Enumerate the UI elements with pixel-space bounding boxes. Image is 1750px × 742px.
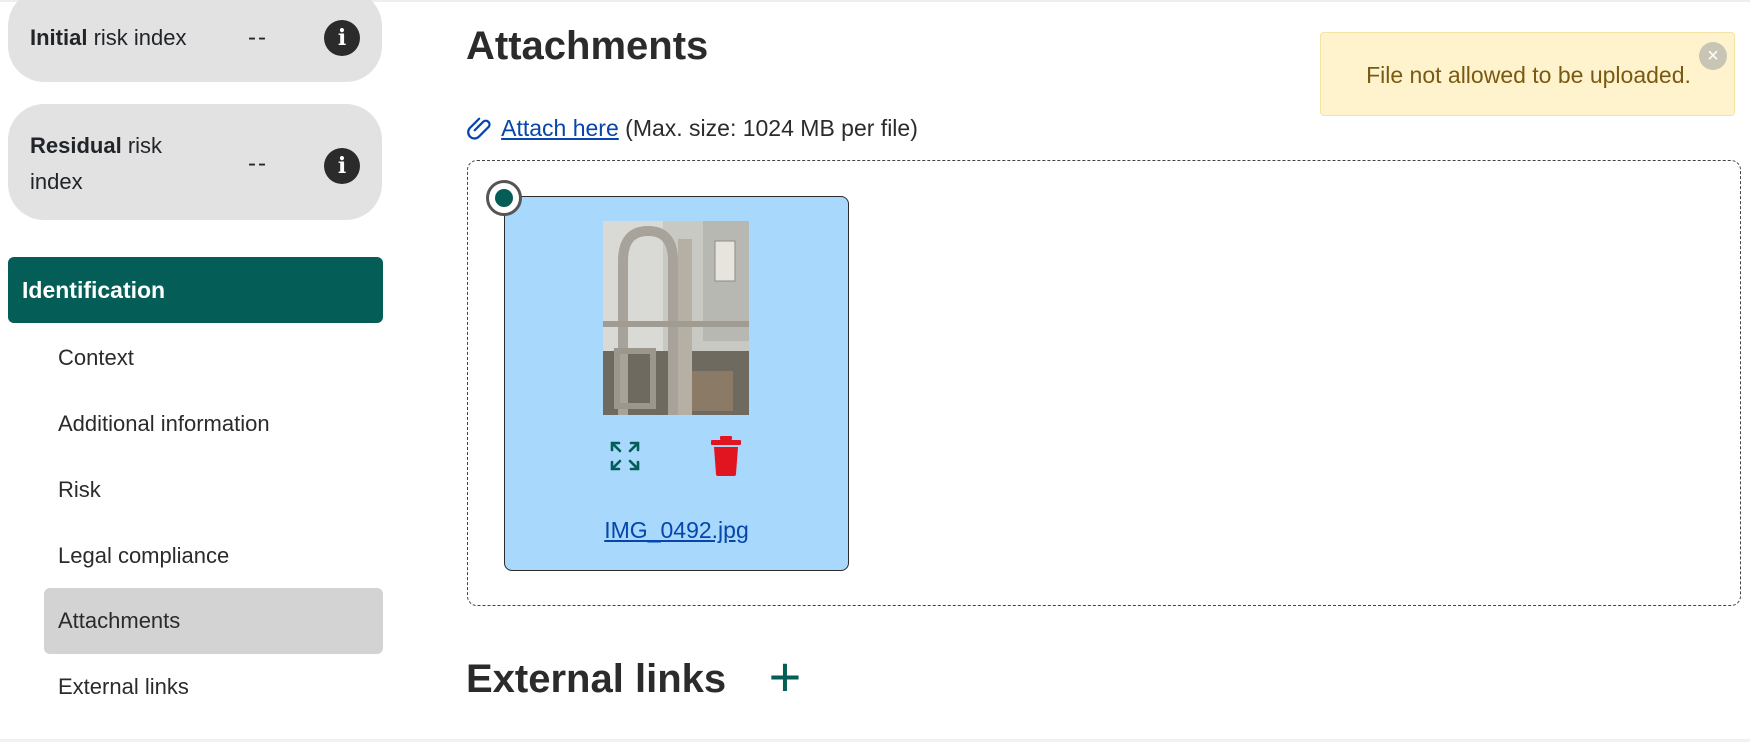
close-icon[interactable]: × [1699, 42, 1727, 70]
attach-row: Attach here (Max. size: 1024 MB per file… [466, 110, 918, 146]
sidebar-item-attachments[interactable]: Attachments [44, 588, 383, 654]
residual-risk-value: -- [248, 150, 268, 177]
paperclip-icon[interactable] [466, 114, 496, 144]
nav-section-identification[interactable]: Identification [8, 257, 383, 323]
attachment-thumbnail[interactable] [603, 221, 749, 415]
toast-message: File not allowed to be uploaded. [1366, 62, 1691, 88]
residual-risk-label: Residual risk index [30, 133, 163, 194]
sidebar-item-risk[interactable]: Risk [44, 457, 383, 523]
max-size-note: (Max. size: 1024 MB per file) [618, 115, 918, 141]
sidebar-item-legal-compliance[interactable]: Legal compliance [44, 523, 383, 589]
error-toast: File not allowed to be uploaded. × [1320, 32, 1735, 116]
external-links-title: External links [466, 657, 727, 701]
attach-here-link[interactable]: Attach here [501, 115, 619, 141]
attachments-title: Attachments [466, 24, 709, 68]
delete-icon[interactable] [710, 436, 742, 476]
initial-risk-value: -- [248, 24, 268, 51]
sidebar-item-external-links[interactable]: External links [44, 654, 383, 720]
initial-risk-label: Initial risk index [30, 25, 187, 50]
expand-icon[interactable] [608, 439, 642, 473]
select-radio[interactable] [486, 180, 522, 216]
info-icon[interactable]: i [324, 20, 360, 56]
sidebar-item-additional-information[interactable]: Additional information [44, 391, 383, 457]
info-icon[interactable]: i [324, 148, 360, 184]
residual-risk-card: Residual risk index -- i [8, 104, 382, 220]
attachment-file-link[interactable]: IMG_0492.jpg [504, 512, 849, 548]
add-icon[interactable]: + [764, 649, 806, 705]
sidebar-item-context[interactable]: Context [44, 325, 383, 391]
initial-risk-card: Initial risk index -- i [8, 0, 382, 82]
